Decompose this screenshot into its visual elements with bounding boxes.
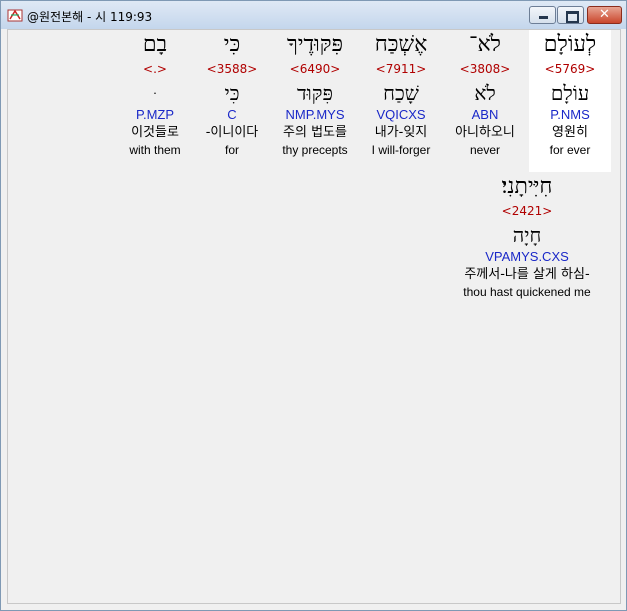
word-block[interactable]: אֶשְׁכַּח <7911> שָׁכַח VQICXS 내가-잊지 I w…	[361, 30, 441, 158]
hebrew-lemma: פִּקּוּד	[297, 81, 333, 105]
strong-number[interactable]: <2421>	[442, 202, 612, 222]
hebrew-lemma: עוֹלָם	[550, 81, 590, 105]
korean-gloss: 이것들로	[131, 125, 179, 140]
hebrew-lemma: ּ	[115, 80, 195, 106]
strong-number[interactable]: <6490>	[270, 60, 360, 80]
word-block[interactable]: כִּי <3588> כִּי C -이니이다 for	[192, 30, 272, 158]
english-gloss: I will-forger	[371, 143, 431, 157]
english-gloss: for	[224, 143, 239, 157]
strong-number[interactable]: <7911>	[361, 60, 441, 80]
strong-number[interactable]: <3588>	[192, 60, 272, 80]
hebrew-word: לְעוֹלָם	[543, 32, 597, 57]
word-block[interactable]: לֹא־ <3808> לֹא ABN 아니하오니 never	[445, 30, 525, 158]
window-title: @원전본해 - 시 119:93	[27, 10, 153, 24]
strong-number[interactable]: <.>	[115, 60, 195, 80]
close-button[interactable]: ✕	[587, 6, 622, 24]
word-block[interactable]: פִּקּוּדֶיךָ <6490> פִּקּוּד NMP.MYS 주의 …	[270, 30, 360, 158]
morphology-code: C	[227, 107, 237, 122]
morphology-code: NMP.MYS	[285, 107, 345, 122]
english-gloss: thou hast quickened me	[463, 285, 591, 299]
hebrew-word: פִּקּוּדֶיךָ	[286, 32, 344, 57]
korean-gloss: 주께서-나를 살게 하심-	[464, 267, 590, 282]
korean-gloss: 주의 법도를	[283, 125, 347, 140]
hebrew-lemma: חָיָה	[512, 223, 542, 247]
hebrew-word: לֹא־	[469, 32, 501, 57]
hebrew-word: כִּי	[223, 32, 241, 57]
morphology-code: P.NMS	[550, 107, 590, 122]
korean-gloss: 아니하오니	[455, 125, 515, 140]
hebrew-word: בָם	[142, 32, 168, 57]
title-bar[interactable]: @원전본해 - 시 119:93 ✕	[1, 1, 626, 29]
hebrew-lemma: לֹא	[474, 81, 496, 105]
hebrew-lemma: שָׁכַח	[383, 81, 419, 105]
maximize-button[interactable]	[557, 6, 584, 24]
english-gloss: never	[469, 143, 501, 157]
close-icon: ✕	[599, 7, 610, 22]
main-window: @원전본해 - 시 119:93 ✕ לְעוֹלָם <5769> עוֹלָ…	[0, 0, 627, 611]
hebrew-lemma: כִּי	[224, 81, 240, 105]
morphology-code: P.MZP	[135, 107, 175, 122]
word-block[interactable]: בָם <.> ּ P.MZP 이것들로 with them	[115, 30, 195, 158]
korean-gloss: 영원히	[552, 125, 588, 140]
english-gloss: for ever	[549, 143, 591, 157]
english-gloss: thy precepts	[282, 143, 348, 157]
morphology-code: ABN	[471, 107, 499, 122]
hebrew-word: חִיִּיתָנִי׃	[501, 174, 553, 199]
strong-number[interactable]: <5769>	[529, 60, 611, 80]
hebrew-word: אֶשְׁכַּח	[374, 32, 428, 57]
morphology-code: VQICXS	[376, 107, 426, 122]
strong-number[interactable]: <3808>	[445, 60, 525, 80]
korean-gloss: -이니이다	[205, 125, 259, 140]
app-icon	[7, 9, 23, 22]
word-block[interactable]: חִיִּיתָנִי׃ <2421> חָיָה VPAMYS.CXS 주께서…	[442, 172, 612, 300]
korean-gloss: 내가-잊지	[374, 125, 428, 140]
english-gloss: with them	[129, 143, 181, 157]
word-block[interactable]: לְעוֹלָם <5769> עוֹלָם P.NMS 영원히 for eve…	[529, 30, 611, 172]
minimize-button[interactable]	[529, 6, 556, 24]
morphology-code: VPAMYS.CXS	[485, 249, 569, 264]
interlinear-panel: לְעוֹלָם <5769> עוֹלָם P.NMS 영원히 for eve…	[7, 29, 621, 604]
